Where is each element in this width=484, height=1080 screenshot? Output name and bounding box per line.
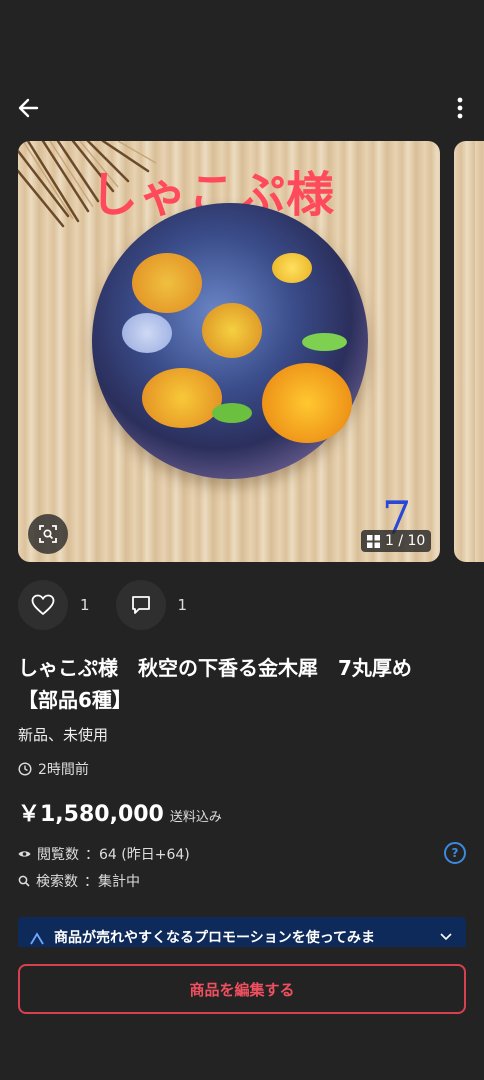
megaphone-icon	[30, 932, 44, 945]
shipping-info: 送料込み	[169, 810, 222, 825]
back-button[interactable]	[14, 94, 42, 122]
eye-icon	[18, 851, 31, 857]
like-button[interactable]	[18, 580, 68, 630]
promotion-text: 商品が売れやすくなるプロモーションを使ってみま	[54, 930, 376, 946]
item-price: ￥1,580,000	[18, 802, 164, 827]
top-bar	[0, 90, 484, 128]
image-search-icon	[39, 525, 57, 543]
posted-time-row: 2時間前	[18, 759, 89, 779]
views-value: ：64 (昨日+64)	[85, 847, 190, 863]
promotion-banner[interactable]: 商品が売れやすくなるプロモーションを使ってみま	[18, 917, 466, 947]
search-count-row: 検索数 ：集計中	[18, 871, 140, 891]
next-photo-preview[interactable]	[454, 141, 484, 562]
heart-icon	[31, 594, 55, 616]
like-count: 1	[80, 596, 90, 614]
price-row: ￥1,580,000 送料込み	[18, 796, 222, 828]
comment-count: 1	[177, 596, 188, 614]
search-count-value: ：集計中	[84, 874, 140, 890]
image-counter-label: 1 / 10	[385, 533, 426, 549]
views-label: 閲覧数	[37, 847, 79, 863]
edit-item-button[interactable]: 商品を編集する	[18, 964, 466, 1014]
help-button[interactable]: ?	[444, 842, 466, 864]
item-title: しゃこぷ様 秋空の下香る金木犀 7丸厚め【部品6種】	[18, 656, 412, 712]
posted-time: 2時間前	[38, 762, 89, 778]
more-vertical-icon	[457, 97, 463, 119]
more-options-button[interactable]	[450, 94, 470, 122]
search-count-label: 検索数	[36, 874, 78, 890]
views-row: 閲覧数 ：64 (昨日+64)	[18, 844, 190, 864]
image-search-button[interactable]	[28, 514, 68, 554]
comment-button[interactable]	[115, 580, 166, 630]
arrow-left-icon	[18, 98, 39, 118]
image-counter-button[interactable]: 1 / 10	[361, 530, 432, 552]
resin-disc-image	[92, 203, 368, 479]
image-gallery[interactable]: しゃこぷ様 7 1 / 10	[18, 141, 484, 562]
chevron-down-icon	[440, 933, 452, 941]
item-condition: 新品、未使用	[18, 726, 109, 744]
product-photo[interactable]: しゃこぷ様 7 1 / 10	[18, 141, 440, 562]
comment-icon	[131, 596, 150, 614]
grid-icon	[367, 534, 380, 548]
clock-icon	[18, 762, 32, 776]
search-icon	[18, 875, 30, 887]
action-row: 1 1	[18, 580, 187, 630]
